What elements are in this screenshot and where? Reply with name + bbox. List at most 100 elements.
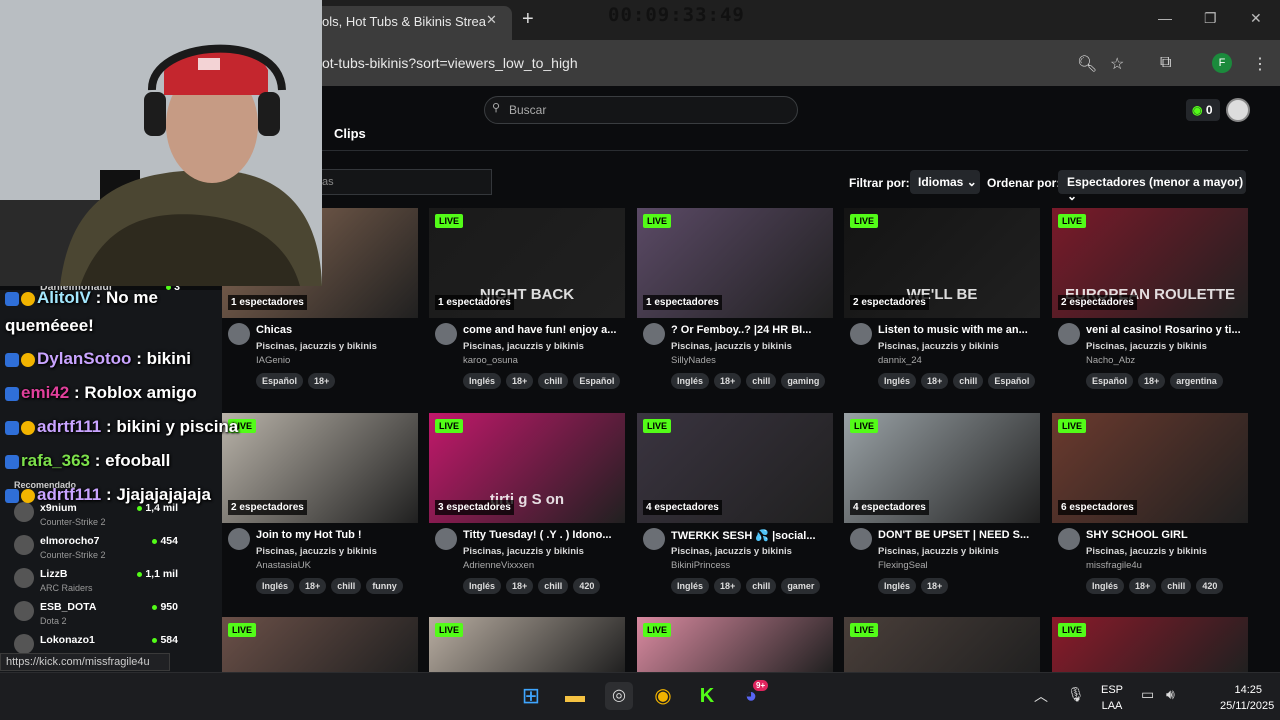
tray-chevron-up-icon[interactable]: ︿: [1034, 686, 1048, 706]
stream-thumbnail[interactable]: LIVE 2 espectadores: [222, 413, 418, 523]
stream-title[interactable]: come and have fun! enjoy a...: [463, 324, 623, 336]
tag-chip[interactable]: Español: [256, 373, 304, 389]
recommended-channel-name[interactable]: Lokonazo1: [40, 634, 95, 646]
stream-thumbnail[interactable]: LIVE: [1052, 617, 1248, 672]
streamer-avatar[interactable]: [850, 323, 872, 345]
chrome-icon[interactable]: ◉: [649, 682, 677, 710]
obs-icon[interactable]: ◎: [605, 682, 633, 710]
stream-thumbnail[interactable]: LIVE tirti g S on 3 espectadores: [429, 413, 625, 523]
streamer-avatar[interactable]: [435, 528, 457, 550]
windows-start-icon[interactable]: ⊞: [517, 682, 545, 710]
recommended-avatar[interactable]: [14, 502, 34, 522]
profile-avatar[interactable]: F: [1212, 53, 1232, 73]
streamer-avatar[interactable]: [1058, 323, 1080, 345]
user-avatar[interactable]: [1226, 98, 1250, 122]
stream-title[interactable]: Titty Tuesday! ( .Y . ) Idono...: [463, 529, 623, 541]
tag-chip[interactable]: chill: [538, 373, 569, 389]
stream-category[interactable]: Piscinas, jacuzzis y bikinis: [256, 341, 377, 352]
tag-chip[interactable]: 18+: [506, 578, 534, 594]
tag-chip[interactable]: 420: [573, 578, 601, 594]
streamer-avatar[interactable]: [850, 528, 872, 550]
tag-chip[interactable]: chill: [953, 373, 984, 389]
stream-category[interactable]: Piscinas, jacuzzis y bikinis: [671, 546, 792, 557]
tag-chip[interactable]: Inglés: [1086, 578, 1125, 594]
restore-icon[interactable]: ❐: [1204, 10, 1217, 27]
streamer-avatar[interactable]: [1058, 528, 1080, 550]
volume-icon[interactable]: 🔊︎: [1166, 686, 1175, 703]
extensions-icon[interactable]: ⧉: [1160, 54, 1171, 72]
stream-title[interactable]: Join to my Hot Tub !: [256, 529, 416, 541]
stream-thumbnail[interactable]: LIVE: [429, 617, 625, 672]
new-tab-icon[interactable]: +: [522, 8, 534, 31]
stream-category[interactable]: Piscinas, jacuzzis y bikinis: [463, 341, 584, 352]
tag-chip[interactable]: chill: [746, 578, 777, 594]
tag-chip[interactable]: chill: [331, 578, 362, 594]
tag-chip[interactable]: gamer: [781, 578, 821, 594]
recommended-avatar[interactable]: [14, 535, 34, 555]
streamer-name[interactable]: SillyNades: [671, 355, 716, 366]
tag-chip[interactable]: 18+: [714, 578, 742, 594]
search-input[interactable]: Buscar: [484, 96, 798, 124]
stream-title[interactable]: ? Or Femboy..? |24 HR BI...: [671, 324, 831, 336]
tag-chip[interactable]: chill: [1161, 578, 1192, 594]
tag-chip[interactable]: 18+: [921, 373, 949, 389]
streamer-name[interactable]: AdrienneVixxxen: [463, 560, 534, 571]
stream-title[interactable]: veni al casino! Rosarino y ti...: [1086, 324, 1246, 336]
sort-dropdown[interactable]: Espectadores (menor a mayor) ⌄: [1058, 170, 1246, 203]
kick-icon[interactable]: K: [693, 682, 721, 710]
stream-category[interactable]: Piscinas, jacuzzis y bikinis: [463, 546, 584, 557]
streamer-name[interactable]: missfragile4u: [1086, 560, 1142, 571]
streamer-avatar[interactable]: [643, 528, 665, 550]
network-icon[interactable]: ▭: [1141, 686, 1154, 703]
close-tab-icon[interactable]: ✕: [486, 12, 497, 28]
stream-thumbnail[interactable]: LIVE EUROPEAN ROULETTE 2 espectadores: [1052, 208, 1248, 318]
tag-chip[interactable]: chill: [746, 373, 777, 389]
tag-chip[interactable]: Inglés: [671, 373, 710, 389]
tag-chip[interactable]: Español: [573, 373, 621, 389]
stream-category[interactable]: Piscinas, jacuzzis y bikinis: [256, 546, 377, 557]
tag-chip[interactable]: 18+: [714, 373, 742, 389]
streamer-avatar[interactable]: [228, 528, 250, 550]
tag-chip[interactable]: chill: [538, 578, 569, 594]
stream-thumbnail[interactable]: LIVE NIGHT BACK 1 espectadores: [429, 208, 625, 318]
tag-chip[interactable]: Inglés: [463, 578, 502, 594]
streamer-name[interactable]: AnastasiaUK: [256, 560, 311, 571]
url-field[interactable]: ot-tubs-bikinis?sort=viewers_low_to_high: [322, 55, 578, 71]
streamer-name[interactable]: Nacho_Abz: [1086, 355, 1135, 366]
kicks-balance[interactable]: ◉ 0: [1186, 99, 1220, 121]
zoom-icon[interactable]: 🔍︎: [1077, 54, 1097, 74]
tag-chip[interactable]: Inglés: [256, 578, 295, 594]
tag-chip[interactable]: 420: [1196, 578, 1224, 594]
tag-chip[interactable]: 18+: [1138, 373, 1166, 389]
streamer-name[interactable]: IAGenio: [256, 355, 290, 366]
more-menu-icon[interactable]: ⋮: [1252, 54, 1268, 74]
streamer-name[interactable]: dannix_24: [878, 355, 922, 366]
stream-category[interactable]: Piscinas, jacuzzis y bikinis: [1086, 546, 1207, 557]
stream-title[interactable]: DON'T BE UPSET | NEED S...: [878, 529, 1038, 541]
recommended-channel-name[interactable]: elmorocho7: [40, 535, 100, 547]
tag-chip[interactable]: funny: [366, 578, 403, 594]
streamer-name[interactable]: BikiniPrincess: [671, 560, 730, 571]
tab-clips[interactable]: Clips: [334, 126, 366, 141]
recommended-avatar[interactable]: [14, 568, 34, 588]
tag-chip[interactable]: argentina: [1170, 373, 1223, 389]
stream-category[interactable]: Piscinas, jacuzzis y bikinis: [878, 341, 999, 352]
streamer-avatar[interactable]: [643, 323, 665, 345]
stream-thumbnail[interactable]: LIVE 6 espectadores: [1052, 413, 1248, 523]
streamer-name[interactable]: karoo_osuna: [463, 355, 518, 366]
stream-category[interactable]: Piscinas, jacuzzis y bikinis: [1086, 341, 1207, 352]
stream-category[interactable]: Piscinas, jacuzzis y bikinis: [671, 341, 792, 352]
stream-title[interactable]: TWERKK SESH 💦 |social...: [671, 529, 831, 542]
recommended-channel-name[interactable]: ESB_DOTA: [40, 601, 96, 613]
stream-thumbnail[interactable]: LIVE WE'LL BE 2 espectadores: [844, 208, 1040, 318]
bookmark-star-icon[interactable]: ☆: [1110, 54, 1124, 74]
tag-chip[interactable]: 18+: [1129, 578, 1157, 594]
stream-thumbnail[interactable]: LIVE: [844, 617, 1040, 672]
stream-thumbnail[interactable]: LIVE: [222, 617, 418, 672]
recommended-avatar[interactable]: [14, 634, 34, 654]
stream-thumbnail[interactable]: LIVE 1 espectadores: [637, 208, 833, 318]
stream-title[interactable]: Chicas: [256, 324, 416, 336]
tag-chip[interactable]: Inglés: [671, 578, 710, 594]
stream-thumbnail[interactable]: LIVE: [637, 617, 833, 672]
tag-chip[interactable]: Español: [1086, 373, 1134, 389]
